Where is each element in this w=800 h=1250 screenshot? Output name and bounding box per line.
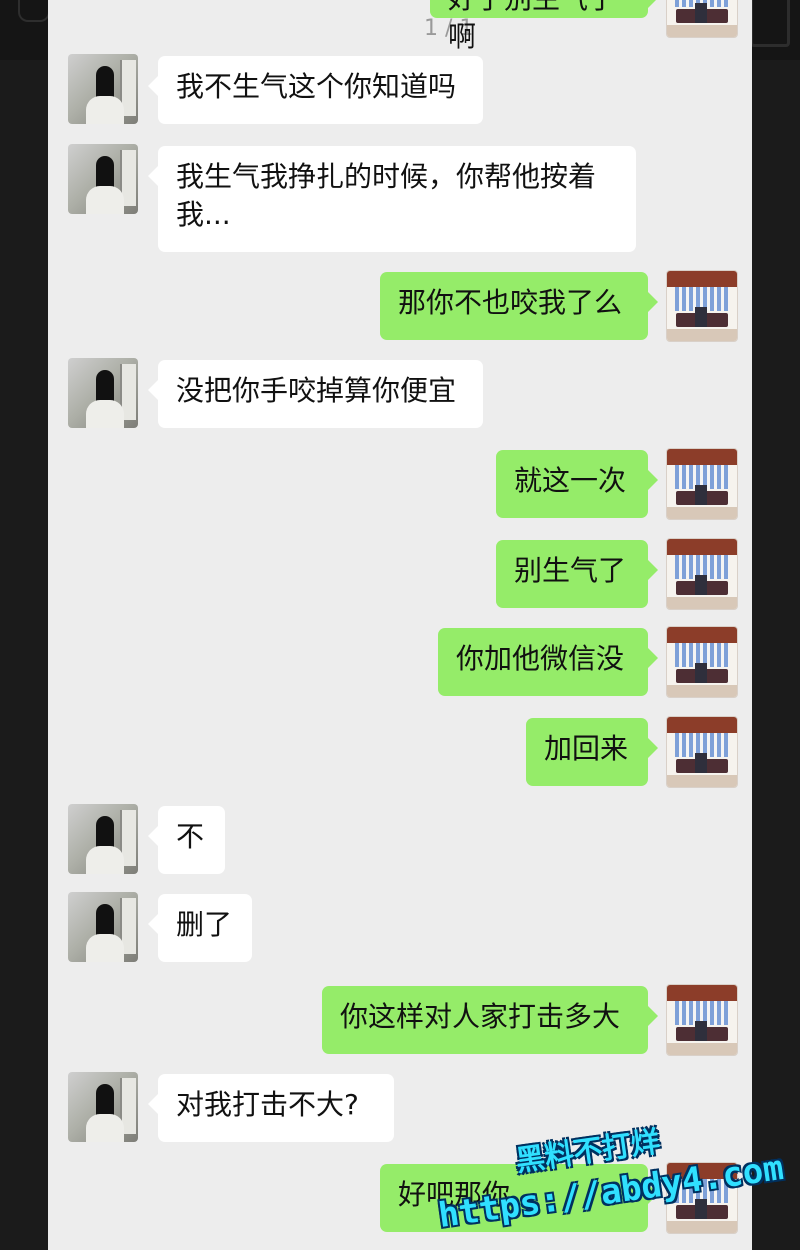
avatar[interactable] xyxy=(666,270,738,342)
message-row: 我不生气这个你知道吗 xyxy=(48,54,752,126)
message-bubble[interactable]: 对我打击不大? xyxy=(148,1074,394,1142)
avatar[interactable] xyxy=(68,804,138,874)
avatar[interactable] xyxy=(666,0,738,38)
message-row: 你加他微信没 xyxy=(48,626,752,698)
message-bubble[interactable]: 好吧那你 xyxy=(380,1164,658,1232)
message-row: 没把你手咬掉算你便宜 xyxy=(48,358,752,430)
message-bubble[interactable]: 我不生气这个你知道吗 xyxy=(148,56,483,124)
message-row: 好了别生气了啊 xyxy=(48,0,752,53)
avatar[interactable] xyxy=(68,54,138,124)
message-bubble[interactable]: 那你不也咬我了么 xyxy=(380,272,658,340)
chat-window: 1 / 1 好了别生气了啊 我不生气这个你知道吗 我生气我挣扎的时候，你帮他按着… xyxy=(48,0,752,1250)
message-row: 就这一次 xyxy=(48,448,752,520)
message-bubble[interactable]: 别生气了 xyxy=(496,540,658,608)
message-row: 不 xyxy=(48,804,752,876)
message-row: 那你不也咬我了么 xyxy=(48,270,752,342)
back-icon[interactable] xyxy=(18,0,50,22)
message-row: 你这样对人家打击多大 xyxy=(48,984,752,1056)
message-bubble[interactable]: 好了别生气了啊 xyxy=(430,0,658,53)
avatar[interactable] xyxy=(68,1072,138,1142)
more-icon[interactable] xyxy=(750,0,790,47)
message-bubble[interactable]: 就这一次 xyxy=(496,450,658,518)
avatar[interactable] xyxy=(68,358,138,428)
avatar[interactable] xyxy=(666,1162,738,1234)
message-bubble[interactable]: 加回来 xyxy=(526,718,658,786)
avatar[interactable] xyxy=(68,144,138,214)
avatar[interactable] xyxy=(68,892,138,962)
message-bubble[interactable]: 我生气我挣扎的时候，你帮他按着我... xyxy=(148,146,636,252)
message-row: 加回来 xyxy=(48,716,752,788)
message-bubble[interactable]: 你加他微信没 xyxy=(438,628,658,696)
message-bubble[interactable]: 删了 xyxy=(148,894,252,962)
message-row: 别生气了 xyxy=(48,538,752,610)
avatar[interactable] xyxy=(666,538,738,610)
message-bubble[interactable]: 不 xyxy=(148,806,225,874)
avatar[interactable] xyxy=(666,716,738,788)
avatar[interactable] xyxy=(666,626,738,698)
avatar[interactable] xyxy=(666,984,738,1056)
message-bubble[interactable]: 你这样对人家打击多大 xyxy=(322,986,658,1054)
avatar[interactable] xyxy=(666,448,738,520)
message-row: 删了 xyxy=(48,892,752,964)
message-row: 我生气我挣扎的时候，你帮他按着我... xyxy=(48,144,752,254)
message-row: 对我打击不大? xyxy=(48,1072,752,1144)
message-row: 好吧那你 xyxy=(48,1162,752,1234)
message-bubble[interactable]: 没把你手咬掉算你便宜 xyxy=(148,360,483,428)
